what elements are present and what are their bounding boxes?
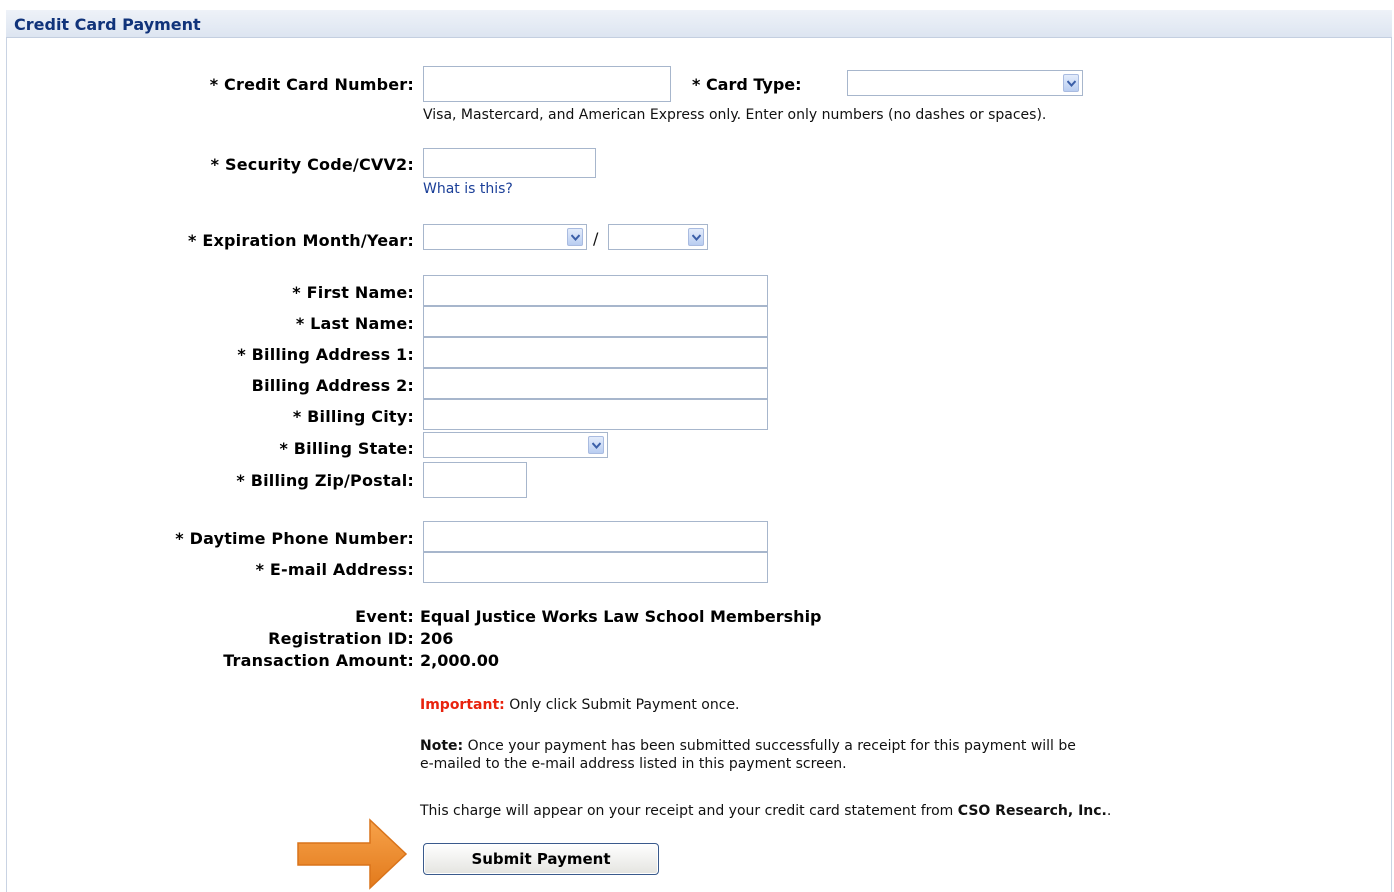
phone-label: * Daytime Phone Number: [175,529,414,548]
event-label: Event: [355,607,414,626]
note-label: Note: [420,738,464,754]
panel-header: Credit Card Payment [6,10,1392,38]
first-name-input[interactable] [423,275,768,306]
security-code-label: * Security Code/CVV2: [210,155,414,174]
transaction-amount-label: Transaction Amount: [223,651,414,670]
billing-city-input[interactable] [423,399,768,430]
phone-input[interactable] [423,521,768,552]
transaction-amount-value: 2,000.00 [420,651,499,670]
important-text: Only click Submit Payment once. [504,697,740,713]
note-line-2: e-mailed to the e-mail address listed in… [420,756,847,772]
registration-id-value: 206 [420,629,454,648]
chevron-down-icon[interactable] [588,436,604,454]
billing-city-label: * Billing City: [292,407,414,426]
note-text: Once your payment has been submitted suc… [463,738,1076,754]
email-input[interactable] [423,552,768,583]
billing-address-1-label: * Billing Address 1: [237,345,414,364]
expiration-year-select[interactable] [608,224,708,250]
card-hint: Visa, Mastercard, and American Express o… [423,107,1047,123]
billing-state-select[interactable] [423,432,608,458]
charge-notice: This charge will appear on your receipt … [420,803,1111,819]
security-code-input[interactable] [423,148,596,178]
first-name-label: * First Name: [292,283,414,302]
card-number-label: * Credit Card Number: [209,75,414,94]
note-line-1: Note: Once your payment has been submitt… [420,738,1076,754]
chevron-down-icon[interactable] [1063,74,1079,92]
submit-payment-button[interactable]: Submit Payment [423,843,659,875]
chevron-down-icon[interactable] [688,228,704,246]
company-name: CSO Research, Inc. [957,803,1107,819]
expiration-month-select[interactable] [423,224,587,250]
what-is-this-link[interactable]: What is this? [423,181,513,197]
billing-zip-input[interactable] [423,462,527,498]
event-value: Equal Justice Works Law School Membershi… [420,607,822,626]
card-type-label: * Card Type: [692,75,802,94]
expiration-separator: / [593,229,599,248]
registration-id-label: Registration ID: [268,629,414,648]
chevron-down-icon[interactable] [567,228,583,246]
billing-address-1-input[interactable] [423,337,768,368]
charge-end: . [1106,803,1112,819]
card-number-input[interactable] [423,66,671,102]
last-name-label: * Last Name: [295,314,414,333]
billing-zip-label: * Billing Zip/Postal: [236,471,414,490]
billing-state-label: * Billing State: [279,439,414,458]
last-name-input[interactable] [423,306,768,337]
expiration-label: * Expiration Month/Year: [188,231,414,250]
email-label: * E-mail Address: [255,560,414,579]
card-type-select[interactable] [847,70,1083,96]
important-notice: Important: Only click Submit Payment onc… [420,697,740,713]
page-title: Credit Card Payment [14,15,201,34]
billing-address-2-input[interactable] [423,368,768,399]
charge-text: This charge will appear on your receipt … [420,803,958,819]
pointer-arrow-icon [297,818,408,890]
important-label: Important: [420,697,505,713]
billing-address-2-label: Billing Address 2: [251,376,414,395]
